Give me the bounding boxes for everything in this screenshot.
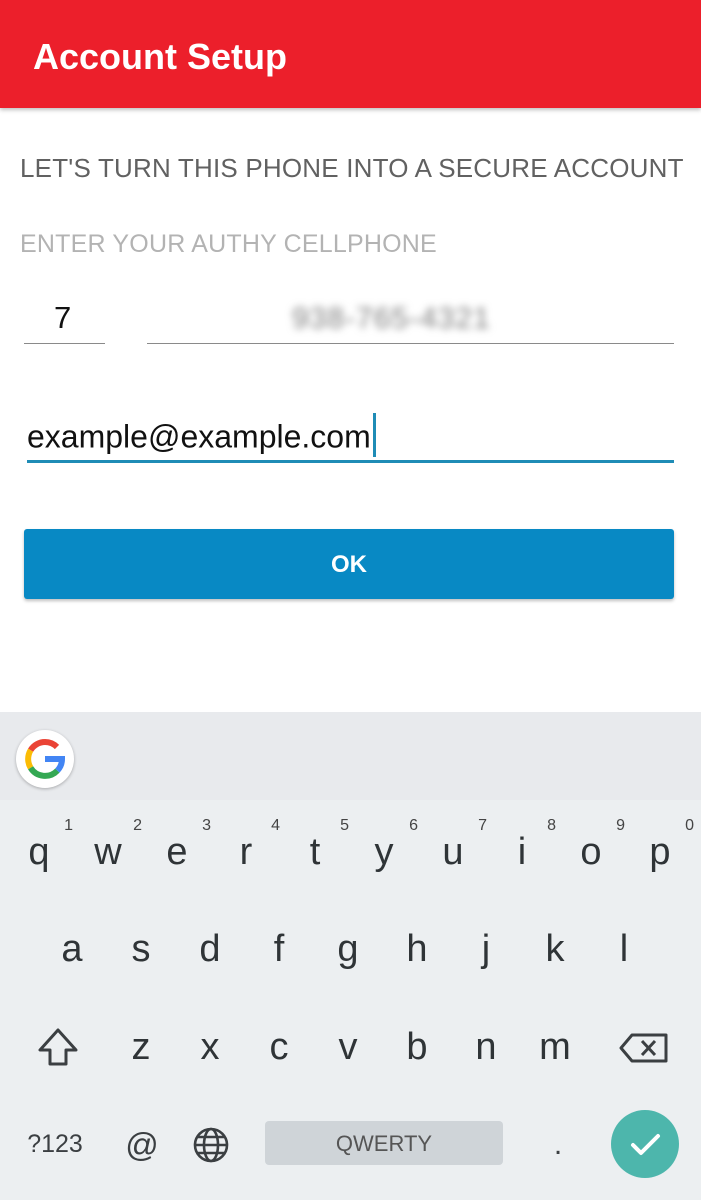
backspace-key[interactable]: [612, 1012, 674, 1082]
ok-button[interactable]: OK: [24, 529, 674, 599]
key-r[interactable]: r4: [212, 812, 280, 892]
email-value: example@example.com: [27, 418, 371, 455]
text-cursor: [372, 413, 376, 457]
period-key[interactable]: .: [540, 1122, 576, 1168]
key-label: w: [94, 831, 122, 873]
app-title: Account Setup: [33, 36, 288, 77]
key-c[interactable]: c: [245, 1007, 313, 1087]
key-m[interactable]: m: [521, 1007, 589, 1087]
language-key[interactable]: [188, 1122, 234, 1168]
enter-key[interactable]: [611, 1110, 679, 1178]
key-label: i: [517, 831, 527, 873]
key-f[interactable]: f: [245, 909, 313, 989]
google-icon[interactable]: [16, 730, 74, 788]
key-label: y: [374, 831, 394, 873]
key-number-hint: 5: [340, 817, 349, 834]
soft-keyboard: q1w2e3r4t5y6u7i8o9p0 asdfghjkl zxcvbnm ?…: [0, 712, 701, 1200]
key-s[interactable]: s: [107, 909, 175, 989]
phone-number-input[interactable]: 938-765-4321: [147, 290, 674, 344]
key-label: e: [166, 831, 188, 873]
key-l[interactable]: l: [590, 909, 658, 989]
key-number-hint: 8: [547, 817, 556, 834]
key-label: p: [649, 831, 671, 873]
key-z[interactable]: z: [107, 1007, 175, 1087]
email-input[interactable]: example@example.com: [27, 405, 674, 463]
phone-prompt: ENTER YOUR AUTHY CELLPHONE: [20, 230, 437, 258]
key-number-hint: 1: [64, 817, 73, 834]
shift-key[interactable]: [30, 1012, 86, 1082]
key-g[interactable]: g: [314, 909, 382, 989]
globe-icon: [193, 1127, 229, 1163]
symbols-key[interactable]: ?123: [18, 1124, 92, 1164]
phone-number-value: 938-765-4321: [292, 302, 491, 335]
key-v[interactable]: v: [314, 1007, 382, 1087]
key-label: q: [28, 831, 50, 873]
key-i[interactable]: i8: [488, 812, 556, 892]
key-x[interactable]: x: [176, 1007, 244, 1087]
key-b[interactable]: b: [383, 1007, 451, 1087]
key-k[interactable]: k: [521, 909, 589, 989]
key-number-hint: 6: [409, 817, 418, 834]
key-j[interactable]: j: [452, 909, 520, 989]
key-t[interactable]: t5: [281, 812, 349, 892]
key-a[interactable]: a: [38, 909, 106, 989]
key-number-hint: 9: [616, 817, 625, 834]
key-number-hint: 4: [271, 817, 280, 834]
key-label: t: [309, 831, 321, 873]
shift-icon: [38, 1028, 78, 1066]
key-q[interactable]: q1: [5, 812, 73, 892]
key-number-hint: 3: [202, 817, 211, 834]
country-code-input[interactable]: 7: [24, 290, 105, 344]
key-label: r: [239, 831, 253, 873]
key-e[interactable]: e3: [143, 812, 211, 892]
key-o[interactable]: o9: [557, 812, 625, 892]
key-number-hint: 2: [133, 817, 142, 834]
suggestion-strip: [0, 712, 701, 800]
at-key[interactable]: @: [118, 1122, 166, 1168]
key-d[interactable]: d: [176, 909, 244, 989]
key-w[interactable]: w2: [74, 812, 142, 892]
backspace-icon: [619, 1033, 668, 1063]
key-p[interactable]: p0: [626, 812, 694, 892]
check-icon: [631, 1134, 660, 1155]
setup-heading: LET'S TURN THIS PHONE INTO A SECURE ACCO…: [20, 153, 684, 183]
country-code-value: 7: [54, 300, 72, 335]
space-bar[interactable]: QWERTY: [265, 1121, 503, 1165]
key-label: u: [442, 831, 464, 873]
key-n[interactable]: n: [452, 1007, 520, 1087]
key-label: o: [580, 831, 602, 873]
key-y[interactable]: y6: [350, 812, 419, 892]
key-u[interactable]: u7: [419, 812, 487, 892]
key-number-hint: 0: [685, 817, 694, 834]
key-h[interactable]: h: [383, 909, 451, 989]
key-number-hint: 7: [478, 817, 487, 834]
app-bar: Account Setup: [0, 0, 701, 108]
